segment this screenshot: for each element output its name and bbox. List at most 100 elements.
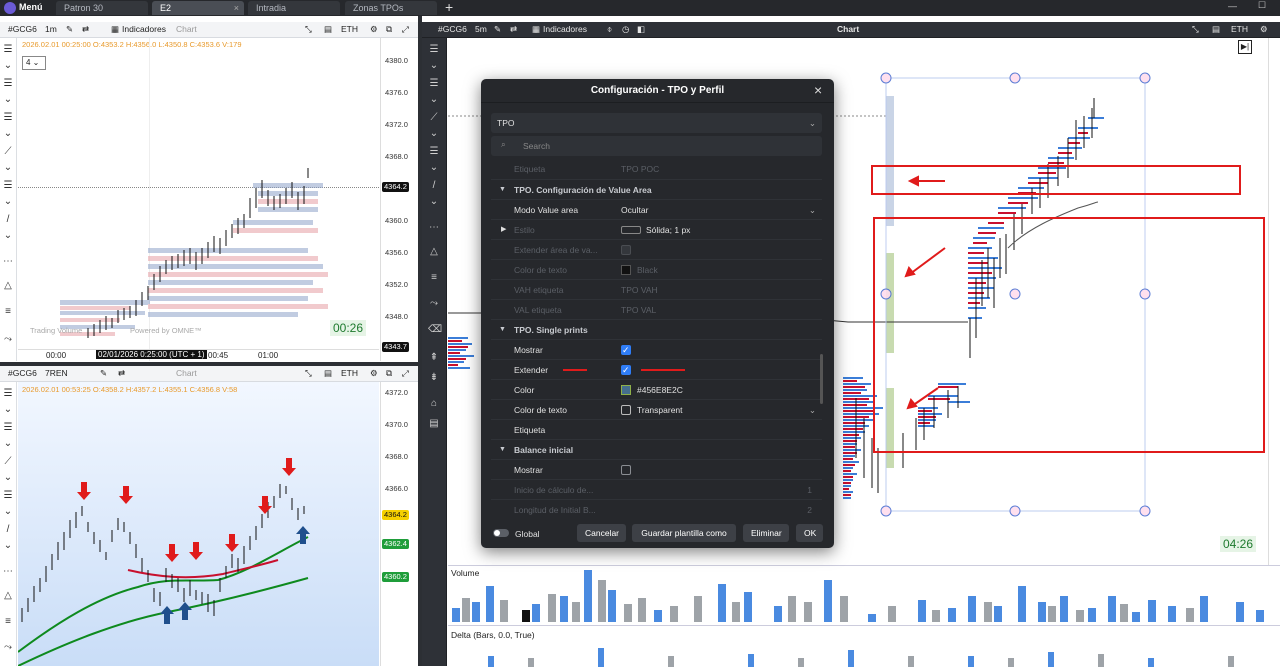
chevron-down-icon[interactable]: ⌄ — [2, 196, 14, 208]
chevron-down-icon[interactable]: ⌄ — [428, 196, 440, 208]
chevron-down-icon[interactable]: ⌄ — [428, 128, 440, 140]
ruler-icon[interactable]: ⟋ — [2, 456, 14, 468]
symbol-label[interactable]: #GCG6 — [8, 366, 37, 381]
color-swatch[interactable] — [621, 385, 631, 395]
mouse-icon[interactable]: ⌽ — [607, 22, 612, 37]
triangle-icon[interactable]: △ — [428, 246, 440, 258]
settings-icon[interactable]: ⚙ — [1260, 22, 1268, 37]
close-icon[interactable]: × — [814, 82, 822, 98]
trendline-icon[interactable]: / — [2, 214, 14, 226]
cancel-button[interactable]: Cancelar — [577, 524, 626, 542]
indicators-icon[interactable]: ▦ — [532, 22, 540, 37]
grid-icon[interactable]: ☰ — [2, 78, 14, 90]
list-icon[interactable]: ☰ — [2, 180, 14, 192]
global-toggle[interactable] — [493, 529, 509, 537]
objects-icon[interactable]: ▤ — [428, 418, 440, 430]
fib-icon[interactable]: ≡ — [2, 616, 14, 628]
cursor-icon[interactable]: ☰ — [428, 44, 440, 56]
timeframe-label[interactable]: 5m — [475, 22, 487, 37]
link-icon[interactable]: ⤡ — [305, 22, 312, 37]
delete-button[interactable]: Eliminar — [743, 524, 789, 542]
pencil-icon[interactable]: ✎ — [494, 22, 501, 37]
expand-icon[interactable]: ⤢ — [402, 22, 409, 37]
add-tab-button[interactable]: + — [445, 0, 453, 15]
timeframe-label[interactable]: 7REN — [45, 366, 68, 381]
list-icon[interactable]: ☰ — [2, 490, 14, 502]
cursor-icon[interactable]: ☰ — [2, 388, 14, 400]
session-label[interactable]: ETH — [341, 22, 358, 37]
calendar-icon[interactable]: ▤ — [324, 22, 332, 37]
cursor-icon[interactable]: ☰ — [2, 44, 14, 56]
symbol-label[interactable]: #GCG6 — [8, 22, 37, 37]
zoom-in-icon[interactable]: ⇞ — [428, 352, 440, 364]
tab-zonas-tpos[interactable]: Zonas TPOs — [345, 1, 437, 15]
eraser-icon[interactable]: ⌫ — [428, 324, 442, 336]
chevron-down-icon[interactable]: ⌄ — [2, 60, 14, 72]
row-mostrar-2[interactable]: Mostrar — [491, 459, 822, 479]
tab-intradia[interactable]: Intradia — [248, 1, 340, 15]
tab-e2[interactable]: E2 × — [152, 1, 244, 15]
hline-icon[interactable]: ⋯ — [2, 566, 14, 578]
close-icon[interactable]: × — [234, 1, 239, 15]
timeframe-label[interactable]: 1m — [45, 22, 57, 37]
chevron-down-icon[interactable]: ⌄ — [428, 162, 440, 174]
link-icon[interactable]: ⤡ — [305, 366, 312, 381]
curve-icon[interactable]: ⤳ — [428, 298, 440, 310]
layout-icon[interactable]: ⧉ — [386, 22, 392, 37]
row-modo-value-area[interactable]: Modo Value area Ocultar ⌄ — [491, 199, 822, 219]
section-balance-inicial[interactable]: ▼ Balance inicial — [491, 439, 822, 459]
chevron-down-icon[interactable]: ⌄ — [2, 162, 14, 174]
fib-icon[interactable]: ≡ — [2, 306, 14, 318]
compare-icon[interactable]: ⇄ — [118, 366, 125, 381]
panel2-chart[interactable]: 2026.02.01 00:53:25 O:4358.2 H:4357.2 L:… — [18, 382, 379, 666]
color-swatch[interactable] — [621, 265, 631, 275]
session-label[interactable]: ETH — [341, 366, 358, 381]
list-icon[interactable]: ☰ — [428, 78, 440, 90]
curve-icon[interactable]: ⤳ — [2, 642, 14, 654]
chevron-down-icon[interactable]: ⌄ — [2, 506, 14, 518]
type-dropdown[interactable]: TPO ⌄ — [491, 113, 822, 133]
pencil-icon[interactable]: ✎ — [66, 22, 73, 37]
panel3-price-axis[interactable] — [1268, 38, 1280, 565]
section-single-prints[interactable]: ▼ TPO. Single prints — [491, 319, 822, 339]
chevron-down-icon[interactable]: ⌄ — [2, 438, 14, 450]
row-mostrar[interactable]: Mostrar — [491, 339, 822, 360]
minimize-icon[interactable]: — — [1228, 1, 1237, 11]
row-color-texto-2[interactable]: Color de texto Transparent ⌄ — [491, 399, 822, 419]
symbol-label[interactable]: #GCG6 — [438, 22, 467, 37]
tab-patron-30[interactable]: Patron 30 — [56, 1, 148, 15]
delta-pane[interactable]: Delta (Bars, 0.0, True) — [448, 625, 1280, 667]
hline-icon[interactable]: ⋯ — [428, 222, 440, 234]
indicators-button[interactable]: Indicadores — [543, 22, 587, 37]
calendar-icon[interactable]: ▤ — [324, 366, 332, 381]
lock-icon[interactable]: ⌂ — [428, 398, 440, 410]
checkbox[interactable] — [621, 465, 631, 475]
ruler-icon[interactable]: ⟋ — [2, 146, 14, 158]
alarm-icon[interactable]: ◷ — [622, 22, 629, 37]
link-icon[interactable]: ⤡ — [1192, 22, 1199, 37]
compare-icon[interactable]: ⇄ — [510, 22, 517, 37]
save-template-button[interactable]: Guardar plantilla como — [632, 524, 736, 542]
ruler-icon[interactable]: ⟋ — [428, 112, 440, 124]
layout-icon[interactable]: ⧉ — [386, 366, 392, 381]
fib-icon[interactable]: ≡ — [428, 272, 440, 284]
trendline-icon[interactable]: / — [428, 180, 440, 192]
checkbox[interactable] — [621, 245, 631, 255]
settings-icon[interactable]: ⚙ — [370, 366, 378, 381]
search-input[interactable]: ⌕ Search — [491, 136, 822, 156]
list-icon[interactable]: ☰ — [428, 146, 440, 158]
menu-button[interactable]: Menú — [19, 2, 43, 12]
settings-icon[interactable]: ⚙ — [370, 22, 378, 37]
chevron-down-icon[interactable]: ⌄ — [2, 94, 14, 106]
volume-pane[interactable]: Volume — [448, 565, 1280, 625]
list-icon[interactable]: ☰ — [2, 422, 14, 434]
zoom-out-icon[interactable]: ⇟ — [428, 372, 440, 384]
session-label[interactable]: ETH — [1231, 22, 1248, 37]
pencil-icon[interactable]: ✎ — [100, 366, 107, 381]
chevron-down-icon[interactable]: ⌄ — [2, 128, 14, 140]
panel1-price-axis[interactable]: 4380.0 4376.0 4372.0 4368.0 4364.2 4360.… — [380, 38, 417, 361]
indicators-button[interactable]: Indicadores — [122, 22, 166, 37]
expand-icon[interactable]: ⤢ — [402, 366, 409, 381]
layout-icon[interactable]: ◧ — [637, 22, 645, 37]
triangle-icon[interactable]: △ — [2, 280, 14, 292]
